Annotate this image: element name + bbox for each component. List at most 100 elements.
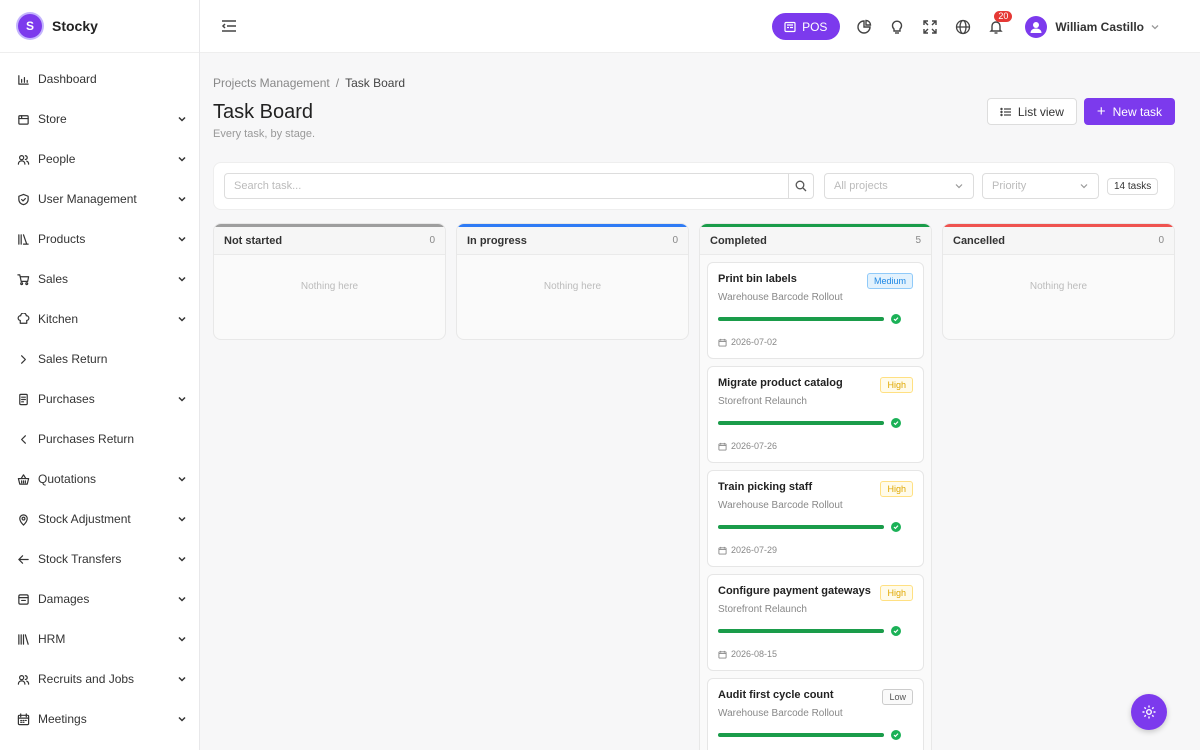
user-avatar-icon (1030, 21, 1042, 33)
projects-select[interactable]: All projects (824, 173, 974, 199)
settings-fab-button[interactable] (1131, 694, 1167, 730)
breadcrumb-parent[interactable]: Projects Management (213, 76, 330, 90)
search-button[interactable] (788, 174, 813, 198)
column-header: Cancelled 0 (943, 224, 1174, 255)
sidebar-item-quotations[interactable]: Quotations (0, 459, 199, 499)
sidebar-nav: Dashboard Store People User Management Produ… (0, 53, 199, 750)
sidebar-item-sales-return[interactable]: Sales Return (0, 339, 199, 379)
pie-chart-icon[interactable] (855, 18, 873, 36)
sidebar-item-label: Stock Transfers (38, 552, 122, 566)
chevron-down-icon (178, 276, 186, 282)
task-project: Warehouse Barcode Rollout (718, 708, 843, 719)
priority-select-value: Priority (992, 180, 1027, 192)
sidebar-item-label: Meetings (38, 712, 87, 726)
main-content: Projects Management / Task Board Task Boar… (213, 53, 1175, 750)
empty-state: Nothing here (300, 281, 359, 292)
sidebar-item-stock-adjustment[interactable]: Stock Adjustment (0, 499, 199, 539)
pos-label: POS (802, 19, 828, 34)
sidebar-item-people[interactable]: People (0, 139, 199, 179)
column-cancelled: Cancelled 0 Nothing here (942, 223, 1175, 340)
sidebar-item-dashboard[interactable]: Dashboard (0, 59, 199, 99)
priority-badge: Low (882, 689, 913, 705)
arrow-left-icon (16, 552, 30, 566)
empty-state: Nothing here (1029, 281, 1088, 292)
column-header: In progress 0 (457, 224, 688, 255)
priority-badge: Medium (866, 273, 913, 289)
pin-icon (16, 512, 30, 526)
filter-bar: All projects Priority 14 tasks (213, 162, 1175, 210)
calendar-icon (718, 546, 727, 555)
column-header: Completed 5 (700, 224, 931, 255)
menu-toggle-icon[interactable] (220, 17, 238, 35)
chevron-down-icon (178, 396, 186, 402)
header-actions: List view + New task (986, 98, 1175, 125)
sidebar-item-recruits-and-jobs[interactable]: Recruits and Jobs (0, 659, 199, 699)
sidebar-item-hrm[interactable]: HRM (0, 619, 199, 659)
brand[interactable]: S Stocky (0, 0, 199, 53)
task-progress (718, 730, 913, 740)
user-name: William Castillo (1055, 19, 1144, 34)
globe-icon[interactable] (954, 18, 972, 36)
chevron-down-icon (178, 556, 186, 562)
sidebar-item-kitchen[interactable]: Kitchen (0, 299, 199, 339)
sidebar-item-marketing[interactable]: Marketing (0, 739, 199, 750)
breadcrumb: Projects Management / Task Board (213, 76, 1175, 90)
sidebar-item-damages[interactable]: Damages (0, 579, 199, 619)
due-date-value: 2026-08-15 (731, 649, 778, 659)
sidebar-item-label: Products (38, 232, 86, 246)
lightbulb-icon[interactable] (888, 18, 906, 36)
task-card[interactable]: Audit first cycle count Low Warehouse Barc… (707, 678, 924, 750)
user-menu[interactable]: William Castillo (1025, 15, 1160, 38)
fullscreen-icon[interactable] (921, 18, 939, 36)
pos-button[interactable]: POS (772, 13, 841, 40)
chevron-down-icon (178, 236, 186, 242)
sidebar-item-sales[interactable]: Sales (0, 259, 199, 299)
sidebar-item-label: People (38, 152, 76, 166)
notifications-bell-icon[interactable]: 20 (987, 10, 1013, 36)
column-count: 0 (429, 235, 435, 246)
chevron-down-icon (178, 676, 186, 682)
projects-select-value: All projects (834, 180, 888, 192)
sidebar-item-label: Damages (38, 592, 90, 606)
task-due-date: 2026-08-15 (718, 649, 913, 659)
task-card[interactable]: Train picking staff High Warehouse Barcode… (707, 470, 924, 567)
due-date-value: 2026-07-29 (731, 545, 778, 555)
list-icon (1000, 107, 1011, 116)
sidebar-item-label: Sales (38, 272, 69, 286)
sidebar-item-store[interactable]: Store (0, 99, 199, 139)
sidebar-item-label: Purchases Return (38, 432, 135, 446)
sidebar-item-stock-transfers[interactable]: Stock Transfers (0, 539, 199, 579)
search-box (224, 173, 814, 199)
calendar-icon (718, 650, 727, 659)
column-completed: Completed 5 Print bin labels Medium Warehous… (699, 223, 932, 750)
task-card[interactable]: Migrate product catalog High Storefront Re… (707, 366, 924, 463)
sidebar-item-products[interactable]: Products (0, 219, 199, 259)
priority-select[interactable]: Priority (982, 173, 1099, 199)
calendar-icon (718, 442, 727, 451)
list-view-button[interactable]: List view (986, 98, 1077, 125)
progress-bar (718, 317, 884, 321)
progress-fill (718, 733, 884, 737)
check-circle-icon (891, 314, 901, 324)
search-input[interactable] (225, 174, 788, 198)
new-task-button[interactable]: + New task (1083, 98, 1175, 125)
sidebar-item-label: Stock Adjustment (38, 512, 131, 526)
task-board: Not started 0 Nothing here In progress 0 Noth… (213, 223, 1175, 750)
breadcrumb-separator: / (335, 76, 340, 90)
task-card[interactable]: Print bin labels Medium Warehouse Barcode … (707, 262, 924, 359)
sidebar-item-purchases-return[interactable]: Purchases Return (0, 419, 199, 459)
topbar: POS 20 William Castillo (200, 0, 1200, 53)
sidebar-item-label: Quotations (38, 472, 97, 486)
priority-badge: High (880, 377, 913, 393)
pos-icon (784, 21, 796, 32)
sidebar-item-purchases[interactable]: Purchases (0, 379, 199, 419)
sidebar-item-meetings[interactable]: Meetings (0, 699, 199, 739)
task-project: Warehouse Barcode Rollout (718, 292, 843, 303)
task-card[interactable]: Configure payment gateways High Storefront… (707, 574, 924, 671)
chevron-down-icon (178, 596, 186, 602)
sidebar-item-user-management[interactable]: User Management (0, 179, 199, 219)
task-count-badge: 14 tasks (1107, 177, 1159, 195)
check-circle-icon (891, 522, 901, 532)
progress-fill (718, 525, 884, 529)
priority-badge: High (880, 481, 913, 497)
